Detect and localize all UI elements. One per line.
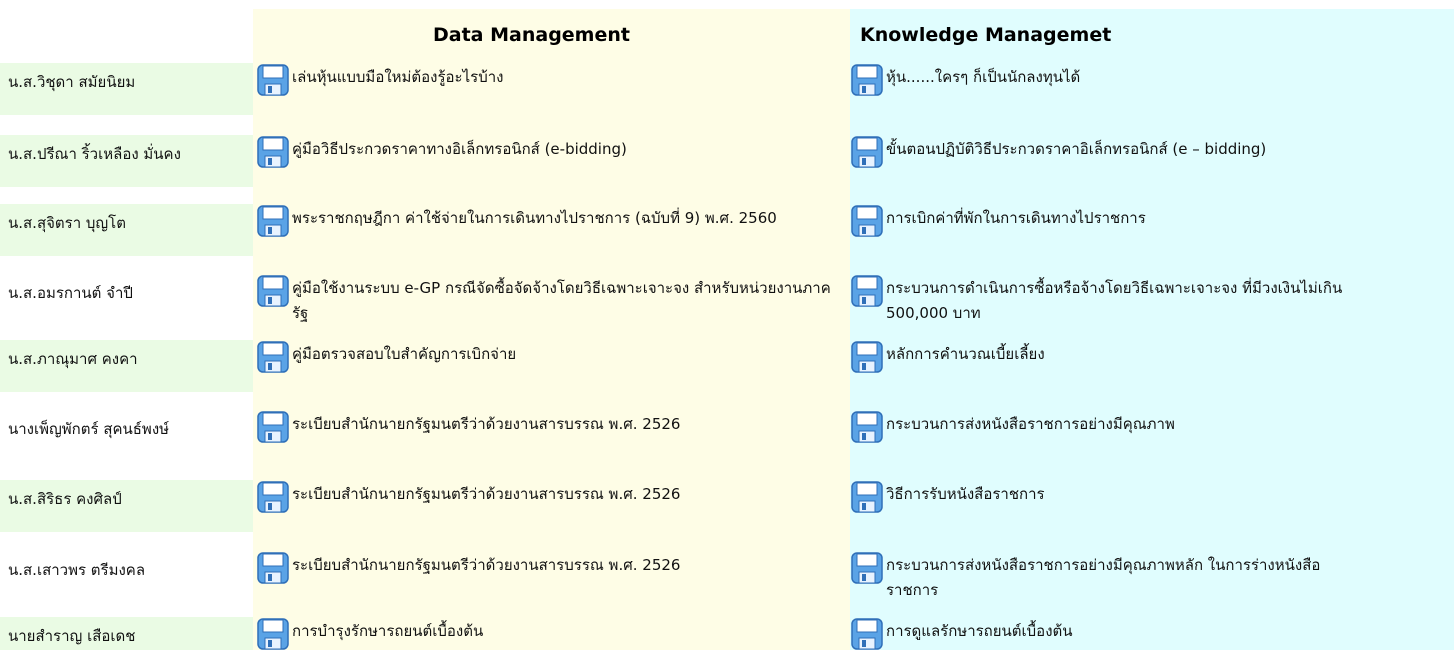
data-management-cell: ระเบียบสำนักนายกรัฐมนตรีว่าด้วยงานสารบรร…: [253, 410, 850, 444]
document-link[interactable]: คู่มือใช้งานระบบ e-GP กรณีจัดซื้อจัดจ้าง…: [292, 274, 832, 326]
document-link[interactable]: วิธีการรับหนังสือราชการ: [886, 480, 1045, 507]
staff-name: น.ส.อมรกานต์ จำปี: [8, 284, 133, 302]
document-link[interactable]: เล่นหุ้นแบบมือใหม่ต้องรู้อะไรบ้าง: [292, 63, 504, 90]
floppy-disk-icon[interactable]: [850, 480, 884, 514]
floppy-disk-icon[interactable]: [256, 63, 290, 97]
document-link[interactable]: การดูแลรักษารถยนต์เบื้องต้น: [886, 617, 1073, 644]
data-management-cell: ระเบียบสำนักนายกรัฐมนตรีว่าด้วยงานสารบรร…: [253, 480, 850, 514]
floppy-disk-icon[interactable]: [256, 617, 290, 651]
document-link[interactable]: การบำรุงรักษารถยนต์เบื้องต้น: [292, 617, 483, 644]
data-management-cell: คู่มือวิธีประกวดราคาทางอิเล็กทรอนิกส์ (e…: [253, 135, 850, 169]
staff-name: น.ส.สุจิตรา บุญโต: [0, 204, 253, 256]
data-management-cell: พระราชกฤษฎีกา ค่าใช้จ่ายในการเดินทางไปรา…: [253, 204, 850, 238]
staff-name: น.ส.สิริธร คงศิลป์: [0, 480, 253, 532]
document-link[interactable]: หลักการคำนวณเบี้ยเลี้ยง: [886, 340, 1045, 367]
floppy-disk-icon[interactable]: [850, 551, 884, 585]
knowledge-management-cell: หุ้น......ใครๆ ก็เป็นนักลงทุนได้: [850, 63, 1454, 97]
floppy-disk-icon[interactable]: [256, 480, 290, 514]
knowledge-management-cell: กระบวนการดำเนินการซื้อหรือจ้างโดยวิธีเฉพ…: [850, 274, 1454, 326]
knowledge-management-cell: การเบิกค่าที่พักในการเดินทางไปราชการ: [850, 204, 1454, 238]
knowledge-management-cell: วิธีการรับหนังสือราชการ: [850, 480, 1454, 514]
staff-name: น.ส.เสาวพร ตรีมงคล: [8, 561, 146, 579]
staff-name: น.ส.ภาณุมาศ คงคา: [0, 340, 253, 392]
document-link[interactable]: กระบวนการส่งหนังสือราชการอย่างมีคุณภาพหล…: [886, 551, 1366, 603]
floppy-disk-icon[interactable]: [256, 135, 290, 169]
document-link[interactable]: การเบิกค่าที่พักในการเดินทางไปราชการ: [886, 204, 1146, 231]
document-link[interactable]: คู่มือวิธีประกวดราคาทางอิเล็กทรอนิกส์ (e…: [292, 135, 627, 162]
floppy-disk-icon[interactable]: [256, 551, 290, 585]
document-link[interactable]: ระเบียบสำนักนายกรัฐมนตรีว่าด้วยงานสารบรร…: [292, 410, 680, 437]
knowledge-management-cell: ขั้นตอนปฏิบัติวิธีประกวดราคาอิเล็กทรอนิก…: [850, 135, 1454, 169]
header-data-management: Data Management: [433, 24, 630, 46]
document-link[interactable]: ขั้นตอนปฏิบัติวิธีประกวดราคาอิเล็กทรอนิก…: [886, 135, 1266, 162]
floppy-disk-icon[interactable]: [256, 410, 290, 444]
data-management-cell: คู่มือตรวจสอบใบสำคัญการเบิกจ่าย: [253, 340, 850, 374]
floppy-disk-icon[interactable]: [850, 617, 884, 651]
floppy-disk-icon[interactable]: [256, 204, 290, 238]
floppy-disk-icon[interactable]: [850, 204, 884, 238]
document-link[interactable]: กระบวนการส่งหนังสือราชการอย่างมีคุณภาพ: [886, 410, 1175, 437]
document-link[interactable]: หุ้น......ใครๆ ก็เป็นนักลงทุนได้: [886, 63, 1080, 90]
knowledge-management-cell: กระบวนการส่งหนังสือราชการอย่างมีคุณภาพหล…: [850, 551, 1454, 603]
document-link[interactable]: คู่มือตรวจสอบใบสำคัญการเบิกจ่าย: [292, 340, 516, 367]
data-management-cell: เล่นหุ้นแบบมือใหม่ต้องรู้อะไรบ้าง: [253, 63, 850, 97]
data-management-cell: คู่มือใช้งานระบบ e-GP กรณีจัดซื้อจัดจ้าง…: [253, 274, 850, 326]
document-link[interactable]: กระบวนการดำเนินการซื้อหรือจ้างโดยวิธีเฉพ…: [886, 274, 1386, 326]
floppy-disk-icon[interactable]: [256, 274, 290, 308]
floppy-disk-icon[interactable]: [850, 135, 884, 169]
floppy-disk-icon[interactable]: [256, 340, 290, 374]
knowledge-management-cell: การดูแลรักษารถยนต์เบื้องต้น: [850, 617, 1454, 651]
staff-name: น.ส.วิชุดา สมัยนิยม: [0, 63, 253, 115]
knowledge-management-cell: หลักการคำนวณเบี้ยเลี้ยง: [850, 340, 1454, 374]
floppy-disk-icon[interactable]: [850, 63, 884, 97]
staff-name: นางเพ็ญพักตร์ สุคนธ์พงษ์: [8, 420, 170, 438]
floppy-disk-icon[interactable]: [850, 274, 884, 308]
data-management-cell: การบำรุงรักษารถยนต์เบื้องต้น: [253, 617, 850, 651]
staff-name: นายสำราญ เสือเดช: [0, 617, 253, 650]
knowledge-management-cell: กระบวนการส่งหนังสือราชการอย่างมีคุณภาพ: [850, 410, 1454, 444]
floppy-disk-icon[interactable]: [850, 410, 884, 444]
data-management-cell: ระเบียบสำนักนายกรัฐมนตรีว่าด้วยงานสารบรร…: [253, 551, 850, 585]
document-link[interactable]: พระราชกฤษฎีกา ค่าใช้จ่ายในการเดินทางไปรา…: [292, 204, 850, 231]
header-knowledge-management: Knowledge Managemet: [860, 24, 1112, 46]
floppy-disk-icon[interactable]: [850, 340, 884, 374]
staff-name: น.ส.ปรีณา ริ้วเหลือง มั่นคง: [0, 135, 253, 187]
document-link[interactable]: ระเบียบสำนักนายกรัฐมนตรีว่าด้วยงานสารบรร…: [292, 480, 680, 507]
document-link[interactable]: ระเบียบสำนักนายกรัฐมนตรีว่าด้วยงานสารบรร…: [292, 551, 680, 578]
